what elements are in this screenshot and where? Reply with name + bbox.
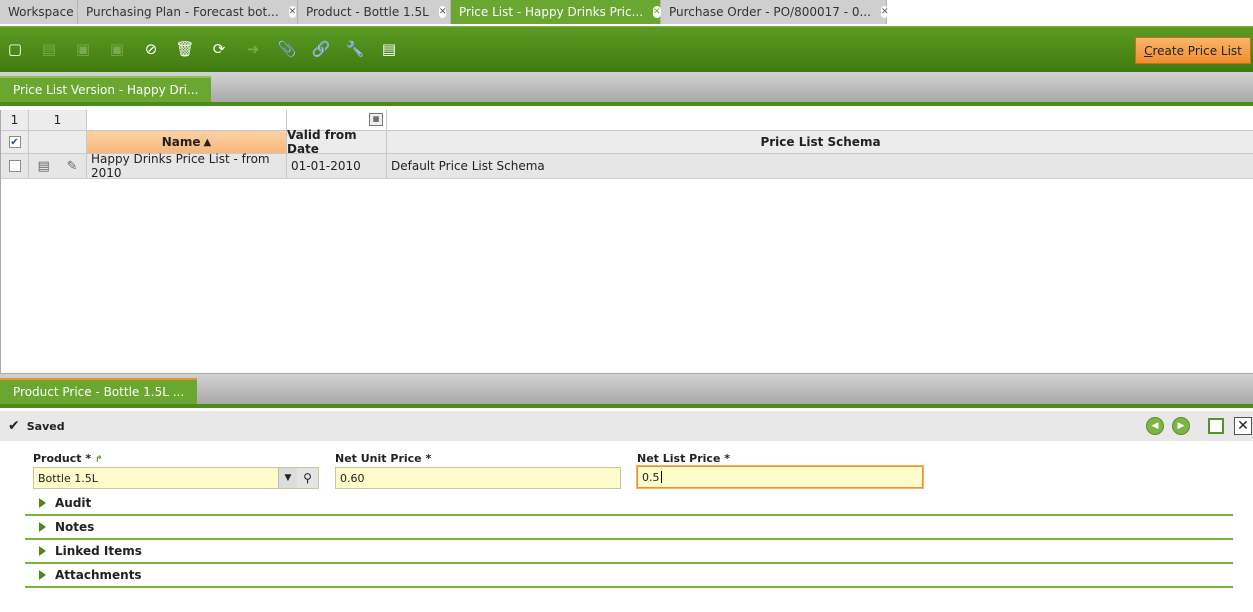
- link-icon[interactable]: 🔗: [310, 38, 332, 60]
- section-header-price-list-version: Price List Version - Happy Dri...: [0, 72, 1253, 106]
- select-all-checkbox[interactable]: ✔: [8, 136, 21, 148]
- close-icon[interactable]: ✕: [438, 6, 447, 18]
- product-label: Product * ↱: [33, 452, 103, 465]
- row-checkbox[interactable]: [8, 160, 21, 172]
- create-price-list-button[interactable]: Create Price List: [1135, 37, 1251, 64]
- column-label: Valid from Date: [287, 128, 357, 156]
- actions-header: [29, 131, 87, 153]
- section-label: Audit: [55, 496, 92, 510]
- status-text: Saved: [26, 419, 65, 433]
- export-icon[interactable]: ➜: [242, 38, 264, 60]
- valid-from-cell: 01-01-2010: [287, 154, 387, 178]
- label-text: Product *: [33, 452, 92, 465]
- select-all-cell: ✔: [1, 131, 29, 153]
- calendar-icon[interactable]: ▦: [369, 113, 383, 126]
- save-close-icon[interactable]: ▣: [106, 38, 128, 60]
- form-status-bar: ✔ Saved: [0, 411, 1253, 441]
- close-icon[interactable]: ✕: [288, 6, 297, 18]
- section-attachments[interactable]: Attachments: [25, 564, 1233, 588]
- row-select-cell: [1, 154, 29, 178]
- access-key-letter: C: [1144, 43, 1153, 58]
- grid-filter-row: 1 1 ▦: [1, 110, 1253, 131]
- save-icon[interactable]: ▣: [72, 38, 94, 60]
- dropdown-arrow-icon[interactable]: ▼: [278, 468, 297, 488]
- section-linked-items[interactable]: Linked Items: [25, 540, 1233, 564]
- tab-label: Purchasing Plan - Forecast bot...: [86, 5, 279, 19]
- section-label: Notes: [55, 520, 95, 534]
- date-filter-input[interactable]: ▦: [287, 110, 387, 130]
- section-title: Product Price - Bottle 1.5L ...: [13, 385, 185, 399]
- net-list-price-field[interactable]: 0.5: [637, 466, 923, 488]
- tab-label: Workspace: [8, 5, 74, 19]
- main-toolbar: ▢ ▤ ▣ ▣ ⊘ 🗑 ⟳ ➜ 📎 🔗 🔧 ▤ Create Price Lis…: [0, 26, 1253, 72]
- tab-product[interactable]: Product - Bottle 1.5L ✕: [298, 0, 451, 24]
- close-icon[interactable]: ✕: [653, 6, 661, 18]
- tab-purchase-order[interactable]: Purchase Order - PO/800017 - 0... ✕: [661, 0, 889, 24]
- expand-triangle-icon: [39, 522, 46, 532]
- section-notes[interactable]: Notes: [25, 516, 1233, 540]
- valid-from-column-header[interactable]: Valid from Date: [287, 128, 387, 156]
- tab-purchasing-plan[interactable]: Purchasing Plan - Forecast bot... ✕: [78, 0, 298, 24]
- refresh-icon[interactable]: ⟳: [208, 38, 230, 60]
- name-column-header[interactable]: Name ▲: [87, 131, 287, 153]
- section-title: Price List Version - Happy Dri...: [13, 83, 199, 97]
- tab-label: Purchase Order - PO/800017 - 0...: [669, 5, 871, 19]
- filter-count: 1: [29, 110, 87, 130]
- next-record-icon[interactable]: ▶: [1172, 417, 1190, 435]
- search-icon[interactable]: ⚲: [297, 468, 318, 488]
- checkmark-icon: ✔: [8, 418, 20, 434]
- expand-triangle-icon: [39, 570, 46, 580]
- grid-view-icon[interactable]: ▤: [38, 38, 60, 60]
- section-header-product-price: Product Price - Bottle 1.5L ...: [0, 374, 1253, 408]
- section-label: Attachments: [55, 568, 142, 582]
- link-arrow-icon[interactable]: ↱: [95, 455, 103, 465]
- name-cell: Happy Drinks Price List - from 2010: [87, 152, 287, 180]
- sort-ascending-icon: ▲: [203, 136, 212, 148]
- section-audit[interactable]: Audit: [25, 492, 1233, 516]
- toggle-view-icon[interactable]: ▤: [378, 38, 400, 60]
- tab-price-list[interactable]: Price List - Happy Drinks Pric... ✕: [451, 0, 661, 24]
- delete-icon[interactable]: 🗑: [174, 38, 196, 60]
- product-value: Bottle 1.5L: [38, 471, 98, 485]
- section-label: Linked Items: [55, 544, 142, 558]
- section-tab-price-list-version[interactable]: Price List Version - Happy Dri...: [0, 76, 212, 102]
- undo-icon[interactable]: ⊘: [140, 38, 162, 60]
- window-tab-bar: Workspace Purchasing Plan - Forecast bot…: [0, 0, 1253, 26]
- document-icon[interactable]: ▤: [37, 159, 49, 174]
- column-label: Price List Schema: [760, 135, 881, 149]
- previous-record-icon[interactable]: ◀: [1146, 417, 1164, 435]
- field-value: 0.5: [642, 470, 660, 484]
- expand-triangle-icon: [39, 498, 46, 508]
- new-document-icon[interactable]: ▢: [4, 38, 26, 60]
- tools-icon[interactable]: 🔧: [344, 38, 366, 60]
- net-list-price-label: Net List Price *: [637, 452, 730, 465]
- section-tab-product-price[interactable]: Product Price - Bottle 1.5L ...: [0, 378, 198, 404]
- table-row[interactable]: ▤ ✎ Happy Drinks Price List - from 2010 …: [1, 152, 1253, 180]
- close-icon[interactable]: ✕: [880, 6, 889, 18]
- column-label: Name: [161, 135, 201, 149]
- schema-filter-input[interactable]: [387, 110, 1253, 130]
- attachment-icon[interactable]: 📎: [276, 38, 298, 60]
- net-unit-price-label: Net Unit Price *: [335, 452, 432, 465]
- filter-count: 1: [1, 110, 29, 130]
- schema-column-header[interactable]: Price List Schema: [387, 131, 1253, 153]
- product-field[interactable]: Bottle 1.5L ▼ ⚲: [33, 467, 319, 489]
- name-filter-input[interactable]: [87, 110, 287, 130]
- edit-pencil-icon[interactable]: ✎: [67, 159, 78, 174]
- tab-workspace[interactable]: Workspace: [0, 0, 78, 24]
- grid-header-row: ✔ Name ▲ Valid from Date Price List Schem…: [1, 128, 1253, 156]
- field-value: 0.60: [340, 471, 365, 485]
- row-actions: ▤ ✎: [29, 154, 87, 178]
- net-unit-price-field[interactable]: 0.60: [335, 467, 621, 489]
- tab-label: Price List - Happy Drinks Pric...: [459, 5, 644, 19]
- text-cursor: [660, 471, 662, 483]
- price-list-version-grid: 1 1 ▦ ✔ Name ▲ Valid from Date Price List…: [0, 110, 1253, 374]
- schema-cell: Default Price List Schema: [391, 159, 545, 173]
- expand-triangle-icon: [39, 546, 46, 556]
- button-label: reate Price List: [1152, 43, 1242, 58]
- maximize-icon[interactable]: [1208, 418, 1224, 434]
- close-form-icon[interactable]: ✕: [1234, 417, 1252, 435]
- tab-label: Product - Bottle 1.5L: [306, 5, 429, 19]
